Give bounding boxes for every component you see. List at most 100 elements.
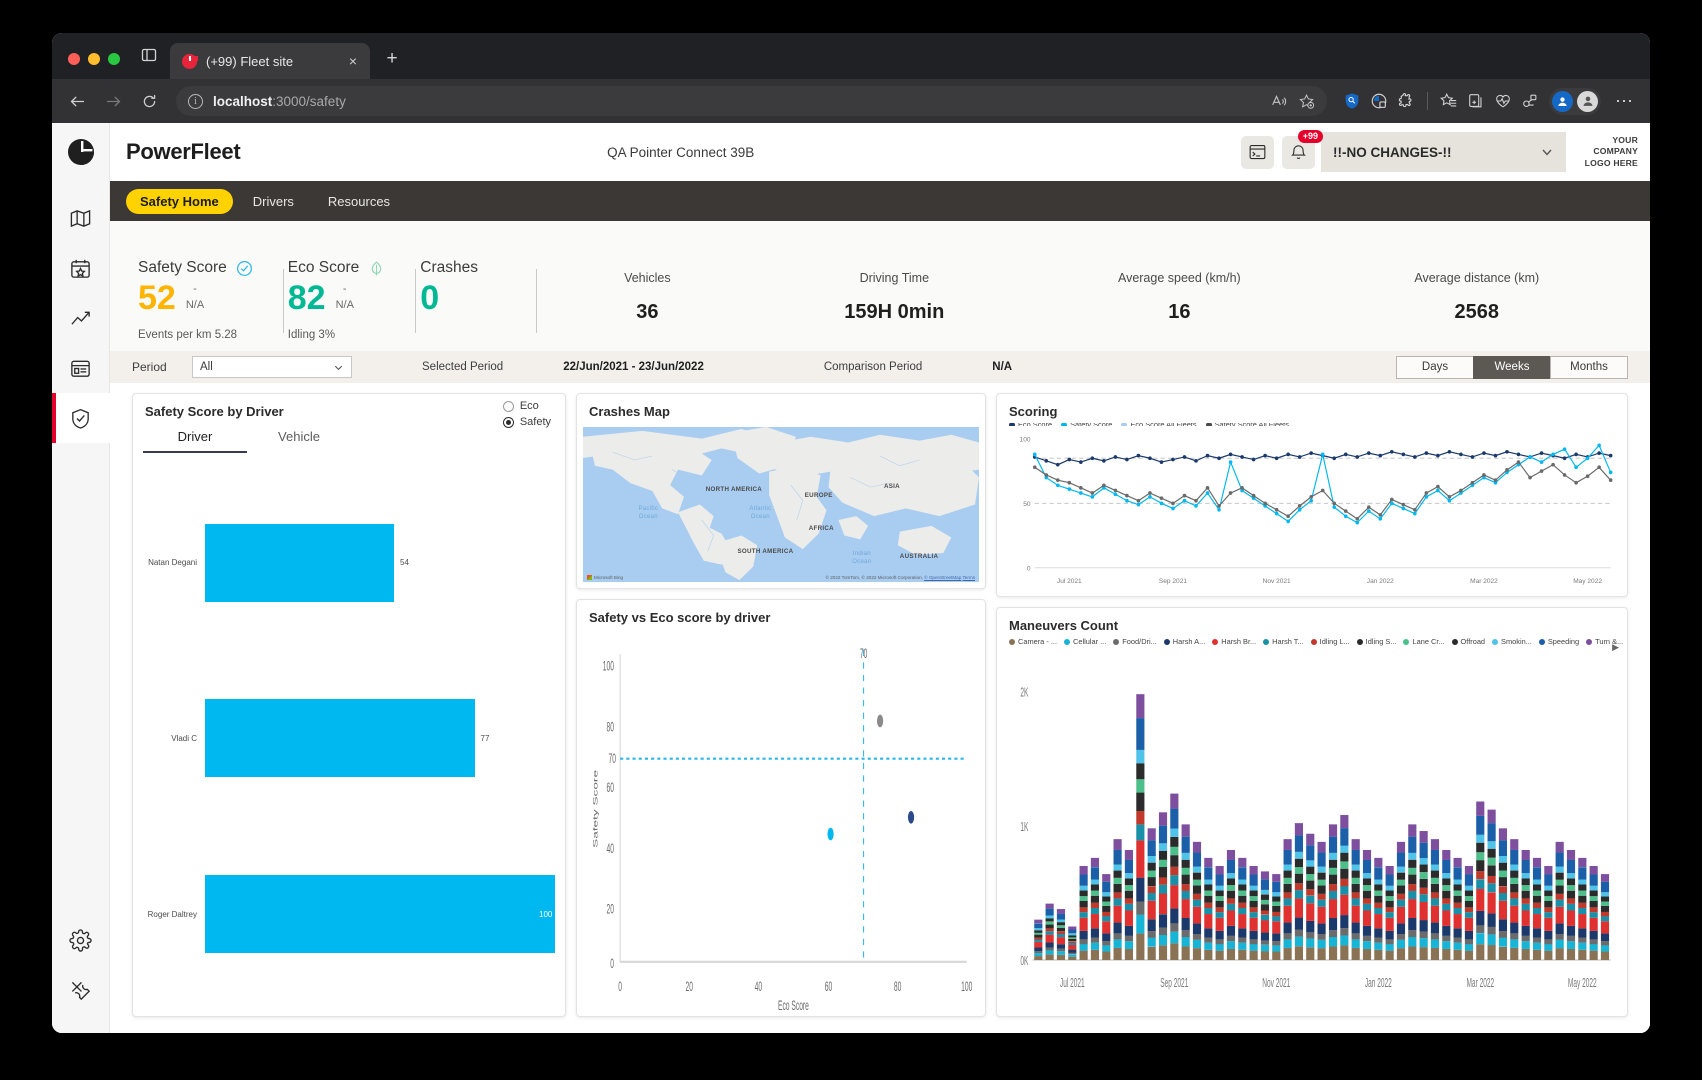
svg-text:80: 80 — [606, 720, 613, 735]
browser-window: (+99) Fleet site × + i localhost:3000/sa… — [52, 33, 1650, 1033]
tab-title: (+99) Fleet site — [206, 53, 294, 69]
scoring-legend: Eco Score Safety Score Eco Score All Fle… — [997, 423, 1627, 427]
svg-text:Eco Score: Eco Score — [778, 999, 809, 1010]
maximize-window-button[interactable] — [108, 53, 120, 65]
tab-resources[interactable]: Resources — [314, 189, 404, 214]
reload-icon[interactable] — [134, 86, 164, 116]
browser-settings-menu-icon[interactable]: ⋯ — [1607, 91, 1640, 112]
legend-item-food-dri[interactable]: Food/Dri... — [1113, 637, 1157, 646]
window-traffic-lights[interactable] — [60, 53, 130, 79]
tab-safety-home[interactable]: Safety Home — [126, 188, 233, 214]
legend-item-idling-s[interactable]: Idling S... — [1356, 637, 1396, 646]
radio-eco[interactable]: Eco — [502, 400, 551, 412]
close-tab-icon[interactable]: × — [344, 52, 362, 70]
sidebar-item-analytics[interactable] — [52, 293, 110, 343]
sync-status-icon[interactable] — [1552, 90, 1573, 112]
kpi-crashes: Crashes 0 — [416, 259, 536, 341]
legend-item-harsh-a[interactable]: Harsh A... — [1163, 637, 1205, 646]
tab-drivers[interactable]: Drivers — [239, 189, 308, 214]
minimize-window-button[interactable] — [88, 53, 100, 65]
browser-tab[interactable]: (+99) Fleet site × — [170, 43, 370, 79]
sidebar-item-safety[interactable] — [52, 393, 110, 443]
sidebar-item-map[interactable] — [52, 193, 110, 243]
sidebar-item-reports[interactable] — [52, 343, 110, 393]
browser-essentials-icon[interactable] — [1370, 92, 1388, 110]
legend-item-eco-score[interactable]: Eco Score — [1009, 423, 1052, 427]
bar-fill — [205, 699, 475, 778]
legend-label: Harsh T... — [1272, 637, 1304, 646]
bar-row[interactable]: Roger Daltrey 100 — [143, 875, 555, 954]
legend-item-lane-cr[interactable]: Lane Cr... — [1403, 637, 1445, 646]
bar-row[interactable]: Vladi C 77 — [143, 699, 555, 778]
legend-item-safety-score-all-fleets[interactable]: Safety Score All Fleets — [1205, 423, 1289, 427]
read-aloud-icon[interactable] — [1271, 93, 1288, 110]
legend-item-camera[interactable]: Camera - ... — [1009, 637, 1057, 646]
notifications-bell-icon[interactable]: +99 — [1282, 129, 1323, 169]
map-attribution: © 2022 TomTom, © 2022 Microsoft Corporat… — [825, 575, 975, 580]
legend-label: Smokin... — [1501, 637, 1532, 646]
scoring-line-chart[interactable]: 0 50 100 Jul 2021 Sep 2021 Nov 2021 Jan 2022 Ma… — [1003, 428, 1617, 592]
radio-safety[interactable]: Safety — [502, 416, 551, 428]
back-icon[interactable] — [62, 86, 92, 116]
console-icon[interactable] — [1241, 135, 1274, 169]
svg-text:0: 0 — [610, 957, 614, 972]
shield-search-icon[interactable] — [1343, 92, 1361, 110]
fleet-selector[interactable]: !!-NO CHANGES-!! — [1321, 132, 1566, 172]
new-tab-button[interactable]: + — [378, 44, 406, 74]
legend-item-harsh-br[interactable]: Harsh Br... — [1212, 637, 1256, 646]
address-bar[interactable]: i localhost:3000/safety — [176, 86, 1327, 116]
stat-value: 36 — [636, 301, 659, 323]
maneuvers-bar-chart[interactable]: 0K 1K 2K Jul 2021 Sep 2021 Nov 2021 Jan 2022 Ma… — [1003, 648, 1617, 1012]
period-select[interactable]: All — [192, 356, 352, 378]
svg-text:Nov 2021: Nov 2021 — [1263, 578, 1291, 585]
openstreetmap-link[interactable]: © OpenStreetMap — [924, 575, 961, 580]
tab-sidebar-icon[interactable] — [134, 40, 164, 70]
sidebar-item-settings[interactable] — [52, 915, 110, 965]
legend-item-eco-score-all-fleets[interactable]: Eco Score All Fleets — [1121, 423, 1197, 427]
chevron-down-icon — [334, 365, 343, 370]
add-favorite-icon[interactable] — [1298, 93, 1315, 110]
kpi-eco-title-row: Eco Score — [288, 259, 386, 277]
sidebar-item-tools[interactable] — [52, 965, 110, 1015]
safety-check-icon — [236, 260, 252, 276]
browser-toolbar-icons — [1339, 92, 1539, 110]
site-info-icon[interactable]: i — [188, 93, 203, 109]
favorites-list-icon[interactable] — [1440, 92, 1458, 110]
sidebar-item-schedule[interactable] — [52, 243, 110, 293]
bar-row[interactable]: Natan Degani 54 — [143, 523, 555, 602]
forward-icon[interactable] — [98, 86, 128, 116]
legend-item-harsh-t[interactable]: Harsh T... — [1263, 637, 1304, 646]
profile-area[interactable] — [1549, 87, 1601, 115]
score-kpis: Safety Score 52 -N/A Events per km 5.28 — [134, 259, 538, 341]
collections-icon[interactable] — [1467, 92, 1485, 110]
kpi-eco-label: Eco Score — [287, 259, 360, 276]
legend-item-speeding[interactable]: Speeding — [1538, 637, 1579, 646]
granularity-days-button[interactable]: Days — [1396, 355, 1474, 379]
browser-health-icon[interactable] — [1494, 92, 1512, 110]
legend-item-cellular[interactable]: Cellular ... — [1064, 637, 1106, 646]
granularity-weeks-button[interactable]: Weeks — [1473, 355, 1551, 379]
split-screen-icon[interactable] — [1521, 92, 1539, 110]
score-type-radio-group: Eco Safety — [502, 394, 565, 428]
world-map[interactable]: NORTH AMERICA EUROPE ASIA AFRICA SOUTH A… — [583, 427, 979, 582]
map-terms-link[interactable]: Terms — [962, 575, 975, 580]
legend-item-idling-l[interactable]: Idling L... — [1310, 637, 1350, 646]
maneuvers-title: Maneuvers Count — [1009, 618, 1119, 633]
bar-value-label: 100 — [539, 909, 553, 919]
tab-driver[interactable]: Driver — [143, 429, 247, 453]
stat-driving-time: Driving Time 159H 0min — [844, 271, 944, 324]
stat-value: 159H 0min — [844, 301, 945, 323]
avatar[interactable] — [1577, 90, 1598, 112]
extensions-icon[interactable] — [1397, 92, 1415, 110]
close-window-button[interactable] — [68, 53, 80, 65]
kpi-safety-values: 52 - N/A — [138, 281, 253, 315]
legend-item-smokin[interactable]: Smokin... — [1492, 637, 1532, 646]
legend-item-safety-score[interactable]: Safety Score — [1061, 423, 1112, 427]
safety-vs-eco-scatter[interactable]: 100 80 60 40 20 0 70 70 0 20 40 60 80 10… — [583, 633, 975, 1014]
period-label: Period — [132, 360, 167, 374]
fleet-selected-label: !!-NO CHANGES-!! — [1333, 144, 1452, 160]
legend-item-offroad[interactable]: Offroad — [1451, 637, 1485, 646]
stat-label: Average distance (km) — [1414, 271, 1540, 285]
granularity-months-button[interactable]: Months — [1550, 355, 1628, 379]
tab-vehicle[interactable]: Vehicle — [247, 429, 351, 453]
